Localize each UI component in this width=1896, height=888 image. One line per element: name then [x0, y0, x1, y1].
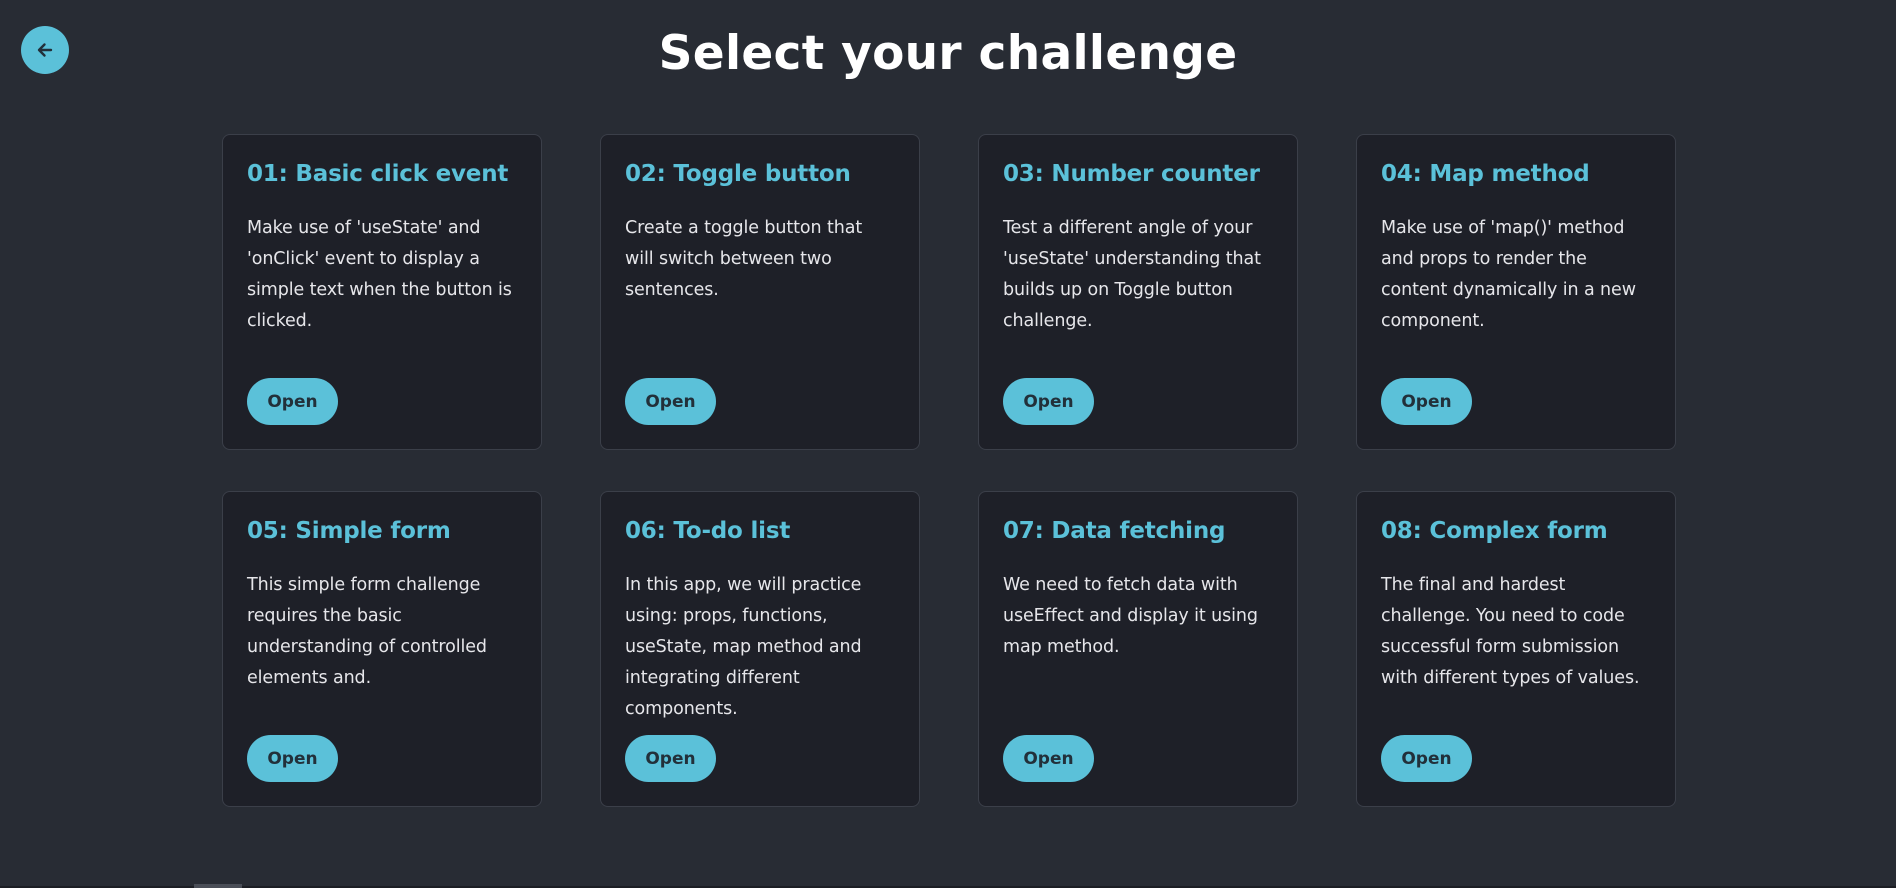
challenge-title: 01: Basic click event	[247, 161, 509, 187]
open-button[interactable]: Open	[1003, 735, 1094, 782]
open-button[interactable]: Open	[247, 378, 338, 425]
challenge-description: Create a toggle button that will switch …	[625, 218, 863, 300]
challenge-card: 04: Map method Make use of 'map()' metho…	[1356, 134, 1676, 450]
challenge-description: In this app, we will practice using: pro…	[625, 575, 862, 719]
challenge-card: 05: Simple form This simple form challen…	[222, 491, 542, 807]
challenge-title: 04: Map method	[1381, 161, 1590, 187]
challenge-description: Make use of 'useState' and 'onClick' eve…	[247, 218, 512, 331]
challenge-card: 07: Data fetching We need to fetch data …	[978, 491, 1298, 807]
scrollbar-thumb[interactable]	[194, 884, 242, 888]
challenge-title: 06: To-do list	[625, 518, 791, 544]
challenge-description: We need to fetch data with useEffect and…	[1003, 575, 1258, 657]
challenge-title: 07: Data fetching	[1003, 518, 1226, 544]
challenge-description: The final and hardest challenge. You nee…	[1381, 575, 1640, 688]
challenge-card: 06: To-do list In this app, we will prac…	[600, 491, 920, 807]
challenge-title: 05: Simple form	[247, 518, 451, 544]
challenge-card: 08: Complex form The final and hardest c…	[1356, 491, 1676, 807]
open-button[interactable]: Open	[625, 378, 716, 425]
challenge-title: 03: Number counter	[1003, 161, 1260, 187]
challenge-card: 03: Number counter Test a different angl…	[978, 134, 1298, 450]
open-button[interactable]: Open	[1381, 378, 1472, 425]
challenge-card: 02: Toggle button Create a toggle button…	[600, 134, 920, 450]
open-button[interactable]: Open	[1003, 378, 1094, 425]
challenge-card: 01: Basic click event Make use of 'useSt…	[222, 134, 542, 450]
open-button[interactable]: Open	[1381, 735, 1472, 782]
open-button[interactable]: Open	[247, 735, 338, 782]
page-title: Select your challenge	[658, 26, 1238, 81]
challenge-title: 08: Complex form	[1381, 518, 1608, 544]
open-button[interactable]: Open	[625, 735, 716, 782]
challenge-description: Make use of 'map()' method and props to …	[1381, 218, 1636, 331]
challenge-grid: 01: Basic click event Make use of 'useSt…	[222, 134, 1676, 807]
challenge-title: 02: Toggle button	[625, 161, 851, 187]
challenge-description: Test a different angle of your 'useState…	[1003, 218, 1261, 331]
challenge-description: This simple form challenge requires the …	[247, 575, 487, 688]
